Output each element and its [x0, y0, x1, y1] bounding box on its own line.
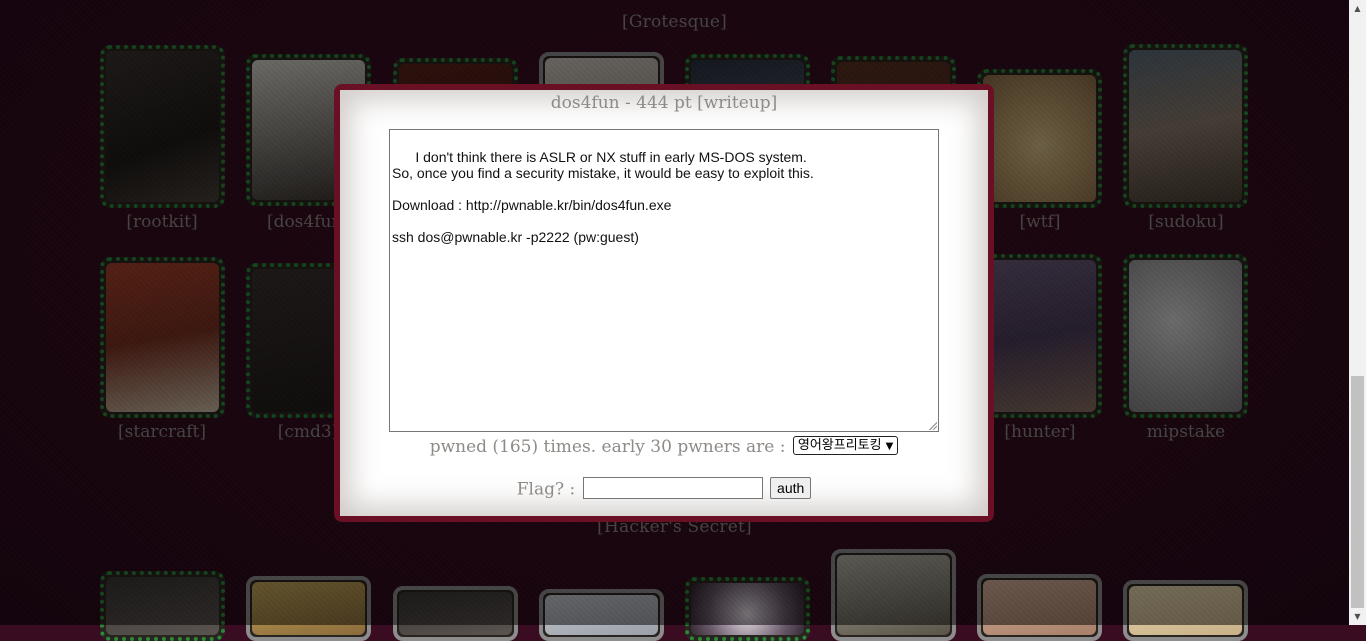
flag-label: Flag? :: [516, 479, 576, 500]
auth-button[interactable]: auth: [770, 477, 812, 499]
flag-row: Flag? : auth: [340, 477, 988, 501]
early-pwners-select[interactable]: 영어왕프리토킹 ▼: [792, 436, 899, 455]
challenge-description-textarea[interactable]: I don't think there is ASLR or NX stuff …: [389, 129, 939, 432]
chevron-down-icon: ▼: [885, 441, 894, 452]
scroll-down-arrow-icon[interactable]: ▼: [1349, 608, 1366, 625]
flag-input[interactable]: [582, 477, 763, 499]
modal-title: dos4fun - 444 pt [writeup]: [550, 93, 778, 113]
modal-body: dos4fun - 444 pt [writeup] I don't think…: [340, 90, 988, 516]
pwned-row: pwned (165) times. early 30 pwners are :…: [340, 436, 988, 457]
resize-grip-icon[interactable]: [928, 421, 937, 430]
challenge-description-text: I don't think there is ASLR or NX stuff …: [392, 149, 814, 245]
early-pwners-selected: 영어왕프리토킹: [797, 438, 882, 453]
scroll-up-arrow-icon[interactable]: ▲: [1349, 0, 1366, 17]
vertical-scrollbar[interactable]: ▲ ▼: [1349, 0, 1366, 625]
challenge-modal: dos4fun - 444 pt [writeup] I don't think…: [334, 84, 994, 522]
pwned-count-text: pwned (165) times. early 30 pwners are :: [429, 437, 786, 457]
scrollbar-thumb[interactable]: [1351, 376, 1364, 608]
